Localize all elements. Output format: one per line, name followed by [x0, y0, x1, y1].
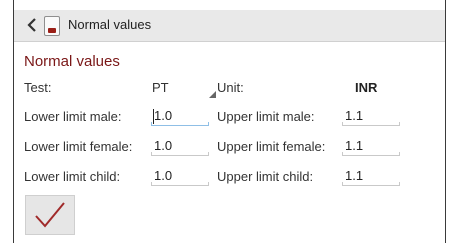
unit-value: INR — [355, 80, 378, 95]
upper-limit-female-input[interactable]: 1.1 — [342, 138, 400, 156]
page-title: Normal values — [68, 17, 152, 32]
upper-limit-male-label: Upper limit male: — [217, 109, 315, 124]
upper-limit-female-label: Upper limit female: — [217, 139, 326, 154]
back-button[interactable] — [24, 14, 40, 36]
section-title: Normal values — [24, 53, 120, 70]
test-spinner[interactable]: PT — [152, 80, 216, 98]
upper-limit-child-label: Upper limit child: — [217, 169, 314, 184]
test-label: Test: — [24, 80, 52, 95]
chevron-left-icon — [27, 18, 36, 32]
lower-limit-male-value: 1.0 — [154, 108, 173, 123]
lower-limit-child-value: 1.0 — [154, 168, 173, 183]
unit-label: Unit: — [217, 80, 244, 95]
lower-limit-child-label: Lower limit child: — [24, 169, 121, 184]
confirm-button[interactable] — [25, 195, 75, 235]
action-bar: Normal values — [14, 10, 445, 42]
lower-limit-male-input[interactable]: 1.0 — [151, 108, 209, 126]
lower-limit-female-value: 1.0 — [154, 138, 173, 153]
upper-limit-child-value: 1.1 — [345, 168, 364, 183]
upper-limit-male-input[interactable]: 1.1 — [342, 108, 400, 126]
test-spinner-value: PT — [152, 80, 169, 95]
spinner-arrow-icon — [209, 91, 216, 98]
lower-limit-child-input[interactable]: 1.0 — [151, 168, 209, 186]
upper-limit-male-value: 1.1 — [345, 108, 364, 123]
lower-limit-male-label: Lower limit male: — [24, 109, 122, 124]
lower-limit-female-input[interactable]: 1.0 — [151, 138, 209, 156]
calendar-book-icon — [44, 16, 60, 36]
upper-limit-female-value: 1.1 — [345, 138, 364, 153]
upper-limit-child-input[interactable]: 1.1 — [342, 168, 400, 186]
checkmark-icon — [35, 202, 65, 228]
lower-limit-female-label: Lower limit female: — [24, 139, 133, 154]
app-window: Normal values Normal values Test: PT Uni… — [13, 0, 446, 243]
